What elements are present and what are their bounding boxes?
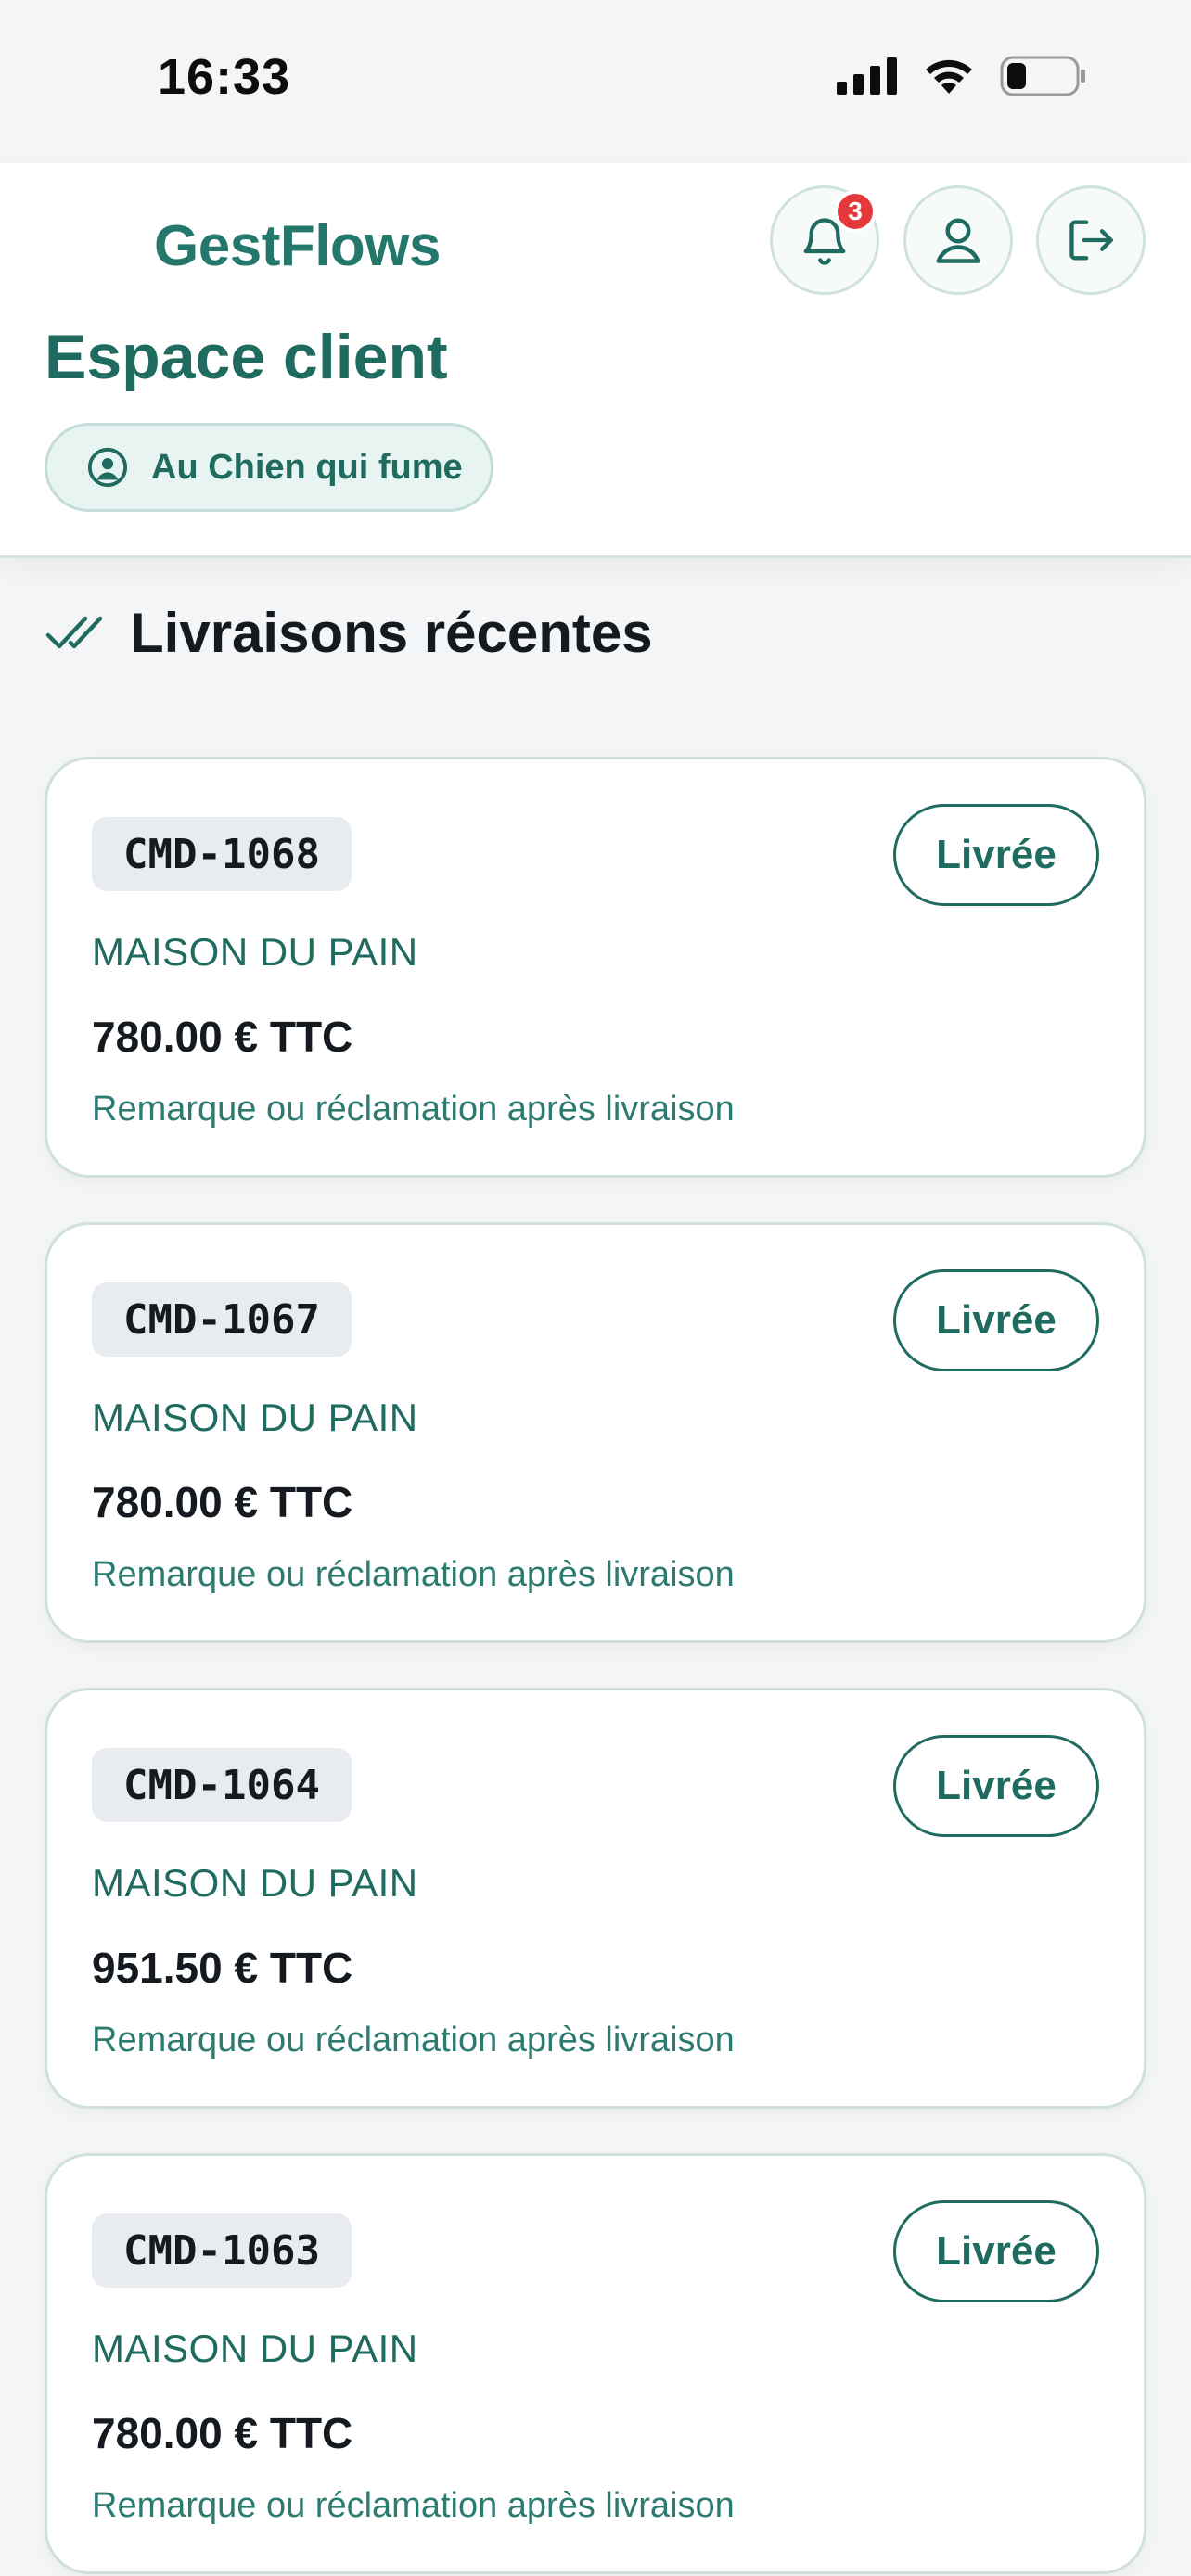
app-header: GestFlows 3 Espace client Au Chien qui f… <box>0 163 1191 558</box>
client-selector[interactable]: Au Chien qui fume <box>45 423 493 512</box>
status-time: 16:33 <box>158 49 291 105</box>
double-check-icon <box>45 616 103 648</box>
remark-link[interactable]: Remarque ou réclamation après livraison <box>92 2021 735 2060</box>
order-id: CMD-1063 <box>92 2213 352 2288</box>
order-amount: 780.00 € TTC <box>92 1478 353 1526</box>
status-bar: 16:33 <box>0 0 1191 163</box>
order-id: CMD-1067 <box>92 1282 352 1357</box>
section-header: Livraisons récentes <box>45 601 653 665</box>
user-icon <box>936 218 980 263</box>
supplier-name: MAISON DU PAIN <box>92 2327 418 2370</box>
remark-link[interactable]: Remarque ou réclamation après livraison <box>92 1555 735 1595</box>
order-amount: 951.50 € TTC <box>92 1944 353 1992</box>
notifications-button[interactable]: 3 <box>770 185 879 295</box>
notification-count-badge: 3 <box>834 190 877 233</box>
status-badge[interactable]: Livrée <box>893 804 1099 906</box>
status-badge[interactable]: Livrée <box>893 1735 1099 1837</box>
page-title: Espace client <box>45 322 448 392</box>
order-card[interactable]: CMD-1063 Livrée MAISON DU PAIN 780.00 € … <box>45 2153 1146 2574</box>
battery-icon <box>1000 56 1085 96</box>
brand-logo: GestFlows <box>154 214 442 278</box>
logout-button[interactable] <box>1036 185 1146 295</box>
status-icons <box>837 56 1087 96</box>
order-card[interactable]: CMD-1064 Livrée MAISON DU PAIN 951.50 € … <box>45 1688 1146 2109</box>
supplier-name: MAISON DU PAIN <box>92 1861 418 1905</box>
remark-link[interactable]: Remarque ou réclamation après livraison <box>92 1090 735 1129</box>
user-circle-icon <box>87 447 128 488</box>
client-name: Au Chien qui fume <box>151 447 463 487</box>
order-amount: 780.00 € TTC <box>92 1013 353 1061</box>
logout-icon <box>1069 220 1113 261</box>
status-badge[interactable]: Livrée <box>893 1269 1099 1371</box>
status-badge[interactable]: Livrée <box>893 2200 1099 2302</box>
order-card[interactable]: CMD-1067 Livrée MAISON DU PAIN 780.00 € … <box>45 1222 1146 1643</box>
order-card[interactable]: CMD-1068 Livrée MAISON DU PAIN 780.00 € … <box>45 757 1146 1178</box>
supplier-name: MAISON DU PAIN <box>92 1396 418 1439</box>
wifi-icon <box>926 59 972 94</box>
order-id: CMD-1068 <box>92 817 352 891</box>
supplier-name: MAISON DU PAIN <box>92 930 418 974</box>
cellular-signal-icon <box>837 57 897 95</box>
remark-link[interactable]: Remarque ou réclamation après livraison <box>92 2486 735 2526</box>
section-title: Livraisons récentes <box>130 602 653 664</box>
order-id: CMD-1064 <box>92 1748 352 1822</box>
order-amount: 780.00 € TTC <box>92 2409 353 2457</box>
profile-button[interactable] <box>903 185 1013 295</box>
